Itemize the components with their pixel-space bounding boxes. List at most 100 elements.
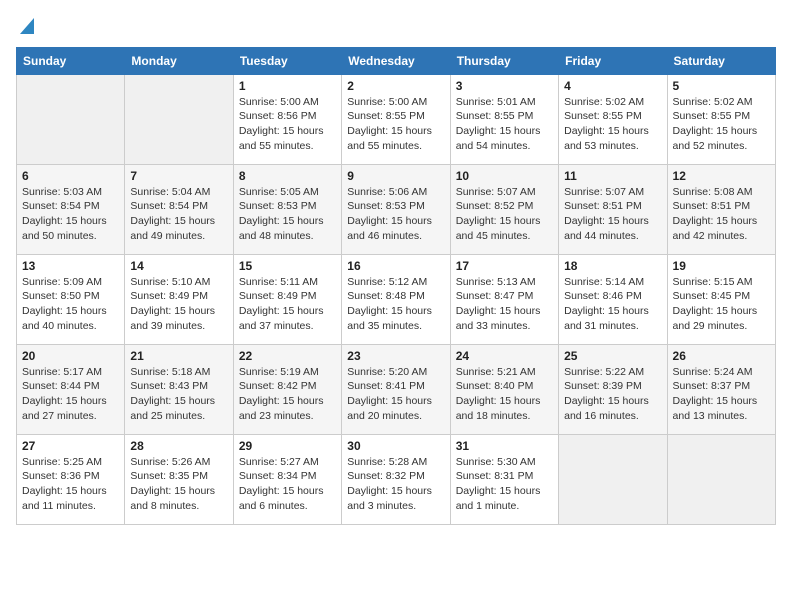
calendar-cell: 17Sunrise: 5:13 AM Sunset: 8:47 PM Dayli… (450, 254, 558, 344)
day-number: 7 (130, 169, 227, 183)
day-number: 13 (22, 259, 119, 273)
day-info: Sunrise: 5:28 AM Sunset: 8:32 PM Dayligh… (347, 455, 444, 514)
day-info: Sunrise: 5:14 AM Sunset: 8:46 PM Dayligh… (564, 275, 661, 334)
calendar-cell: 31Sunrise: 5:30 AM Sunset: 8:31 PM Dayli… (450, 434, 558, 524)
day-number: 22 (239, 349, 336, 363)
day-info: Sunrise: 5:26 AM Sunset: 8:35 PM Dayligh… (130, 455, 227, 514)
day-info: Sunrise: 5:18 AM Sunset: 8:43 PM Dayligh… (130, 365, 227, 424)
calendar-header: SundayMondayTuesdayWednesdayThursdayFrid… (17, 47, 776, 74)
day-info: Sunrise: 5:25 AM Sunset: 8:36 PM Dayligh… (22, 455, 119, 514)
weekday-header: Tuesday (233, 47, 341, 74)
day-number: 25 (564, 349, 661, 363)
calendar-cell: 28 Sunrise: 5:26 AM Sunset: 8:35 PM Dayli… (125, 434, 233, 524)
calendar-cell: 6 Sunrise: 5:03 AM Sunset: 8:54 PM Daylig… (17, 164, 125, 254)
calendar-cell: 21 Sunrise: 5:18 AM Sunset: 8:43 PM Dayli… (125, 344, 233, 434)
day-number: 16 (347, 259, 444, 273)
page-header (16, 16, 776, 37)
calendar-cell: 25Sunrise: 5:22 AM Sunset: 8:39 PM Dayli… (559, 344, 667, 434)
calendar-cell: 23 Sunrise: 5:20 AM Sunset: 8:41 PM Dayli… (342, 344, 450, 434)
weekday-header: Sunday (17, 47, 125, 74)
weekday-header: Thursday (450, 47, 558, 74)
day-number: 3 (456, 79, 553, 93)
day-info: Sunrise: 5:13 AM Sunset: 8:47 PM Dayligh… (456, 275, 553, 334)
calendar-week-row: 20 Sunrise: 5:17 AM Sunset: 8:44 PM Dayli… (17, 344, 776, 434)
day-info: Sunrise: 5:04 AM Sunset: 8:54 PM Dayligh… (130, 185, 227, 244)
calendar-week-row: 1 Sunrise: 5:00 AM Sunset: 8:56 PM Daylig… (17, 74, 776, 164)
day-info: Sunrise: 5:01 AM Sunset: 8:55 PM Dayligh… (456, 95, 553, 154)
day-info: Sunrise: 5:07 AM Sunset: 8:52 PM Dayligh… (456, 185, 553, 244)
day-info: Sunrise: 5:06 AM Sunset: 8:53 PM Dayligh… (347, 185, 444, 244)
calendar-cell: 4 Sunrise: 5:02 AM Sunset: 8:55 PM Daylig… (559, 74, 667, 164)
day-info: Sunrise: 5:00 AM Sunset: 8:56 PM Dayligh… (239, 95, 336, 154)
calendar-cell: 26Sunrise: 5:24 AM Sunset: 8:37 PM Dayli… (667, 344, 775, 434)
day-number: 21 (130, 349, 227, 363)
day-info: Sunrise: 5:09 AM Sunset: 8:50 PM Dayligh… (22, 275, 119, 334)
weekday-header: Saturday (667, 47, 775, 74)
calendar-cell: 10 Sunrise: 5:07 AM Sunset: 8:52 PM Dayli… (450, 164, 558, 254)
day-info: Sunrise: 5:12 AM Sunset: 8:48 PM Dayligh… (347, 275, 444, 334)
day-number: 6 (22, 169, 119, 183)
day-number: 29 (239, 439, 336, 453)
weekday-header: Friday (559, 47, 667, 74)
calendar-cell: 11Sunrise: 5:07 AM Sunset: 8:51 PM Dayli… (559, 164, 667, 254)
day-info: Sunrise: 5:15 AM Sunset: 8:45 PM Dayligh… (673, 275, 770, 334)
calendar-cell: 29 Sunrise: 5:27 AM Sunset: 8:34 PM Dayli… (233, 434, 341, 524)
day-info: Sunrise: 5:05 AM Sunset: 8:53 PM Dayligh… (239, 185, 336, 244)
day-number: 26 (673, 349, 770, 363)
day-number: 1 (239, 79, 336, 93)
calendar-cell (125, 74, 233, 164)
day-info: Sunrise: 5:08 AM Sunset: 8:51 PM Dayligh… (673, 185, 770, 244)
day-number: 24 (456, 349, 553, 363)
day-number: 10 (456, 169, 553, 183)
calendar-cell: 16 Sunrise: 5:12 AM Sunset: 8:48 PM Dayli… (342, 254, 450, 344)
calendar-table: SundayMondayTuesdayWednesdayThursdayFrid… (16, 47, 776, 525)
day-number: 12 (673, 169, 770, 183)
day-info: Sunrise: 5:11 AM Sunset: 8:49 PM Dayligh… (239, 275, 336, 334)
day-number: 27 (22, 439, 119, 453)
calendar-cell: 5Sunrise: 5:02 AM Sunset: 8:55 PM Daylig… (667, 74, 775, 164)
calendar-cell: 18 Sunrise: 5:14 AM Sunset: 8:46 PM Dayli… (559, 254, 667, 344)
day-number: 9 (347, 169, 444, 183)
day-info: Sunrise: 5:00 AM Sunset: 8:55 PM Dayligh… (347, 95, 444, 154)
day-number: 11 (564, 169, 661, 183)
calendar-cell: 2 Sunrise: 5:00 AM Sunset: 8:55 PM Daylig… (342, 74, 450, 164)
calendar-week-row: 6 Sunrise: 5:03 AM Sunset: 8:54 PM Daylig… (17, 164, 776, 254)
day-number: 8 (239, 169, 336, 183)
day-number: 4 (564, 79, 661, 93)
calendar-cell: 30Sunrise: 5:28 AM Sunset: 8:32 PM Dayli… (342, 434, 450, 524)
day-number: 31 (456, 439, 553, 453)
calendar-cell: 13 Sunrise: 5:09 AM Sunset: 8:50 PM Dayli… (17, 254, 125, 344)
day-info: Sunrise: 5:27 AM Sunset: 8:34 PM Dayligh… (239, 455, 336, 514)
calendar-cell: 8 Sunrise: 5:05 AM Sunset: 8:53 PM Daylig… (233, 164, 341, 254)
calendar-cell: 20 Sunrise: 5:17 AM Sunset: 8:44 PM Dayli… (17, 344, 125, 434)
weekday-header: Monday (125, 47, 233, 74)
day-number: 23 (347, 349, 444, 363)
calendar-cell: 15 Sunrise: 5:11 AM Sunset: 8:49 PM Dayli… (233, 254, 341, 344)
calendar-cell: 22Sunrise: 5:19 AM Sunset: 8:42 PM Dayli… (233, 344, 341, 434)
calendar-cell: 9 Sunrise: 5:06 AM Sunset: 8:53 PM Daylig… (342, 164, 450, 254)
day-number: 19 (673, 259, 770, 273)
calendar-cell: 24 Sunrise: 5:21 AM Sunset: 8:40 PM Dayli… (450, 344, 558, 434)
calendar-cell: 7 Sunrise: 5:04 AM Sunset: 8:54 PM Daylig… (125, 164, 233, 254)
calendar-cell: 3 Sunrise: 5:01 AM Sunset: 8:55 PM Daylig… (450, 74, 558, 164)
day-number: 14 (130, 259, 227, 273)
day-info: Sunrise: 5:02 AM Sunset: 8:55 PM Dayligh… (564, 95, 661, 154)
day-info: Sunrise: 5:17 AM Sunset: 8:44 PM Dayligh… (22, 365, 119, 424)
weekday-header: Wednesday (342, 47, 450, 74)
day-number: 20 (22, 349, 119, 363)
calendar-cell: 1 Sunrise: 5:00 AM Sunset: 8:56 PM Daylig… (233, 74, 341, 164)
day-number: 15 (239, 259, 336, 273)
calendar-cell (667, 434, 775, 524)
calendar-cell (559, 434, 667, 524)
day-number: 2 (347, 79, 444, 93)
calendar-cell: 14 Sunrise: 5:10 AM Sunset: 8:49 PM Dayli… (125, 254, 233, 344)
day-number: 28 (130, 439, 227, 453)
day-info: Sunrise: 5:10 AM Sunset: 8:49 PM Dayligh… (130, 275, 227, 334)
day-number: 18 (564, 259, 661, 273)
day-info: Sunrise: 5:20 AM Sunset: 8:41 PM Dayligh… (347, 365, 444, 424)
calendar-cell (17, 74, 125, 164)
day-info: Sunrise: 5:21 AM Sunset: 8:40 PM Dayligh… (456, 365, 553, 424)
day-info: Sunrise: 5:03 AM Sunset: 8:54 PM Dayligh… (22, 185, 119, 244)
calendar-cell: 27 Sunrise: 5:25 AM Sunset: 8:36 PM Dayli… (17, 434, 125, 524)
day-number: 5 (673, 79, 770, 93)
